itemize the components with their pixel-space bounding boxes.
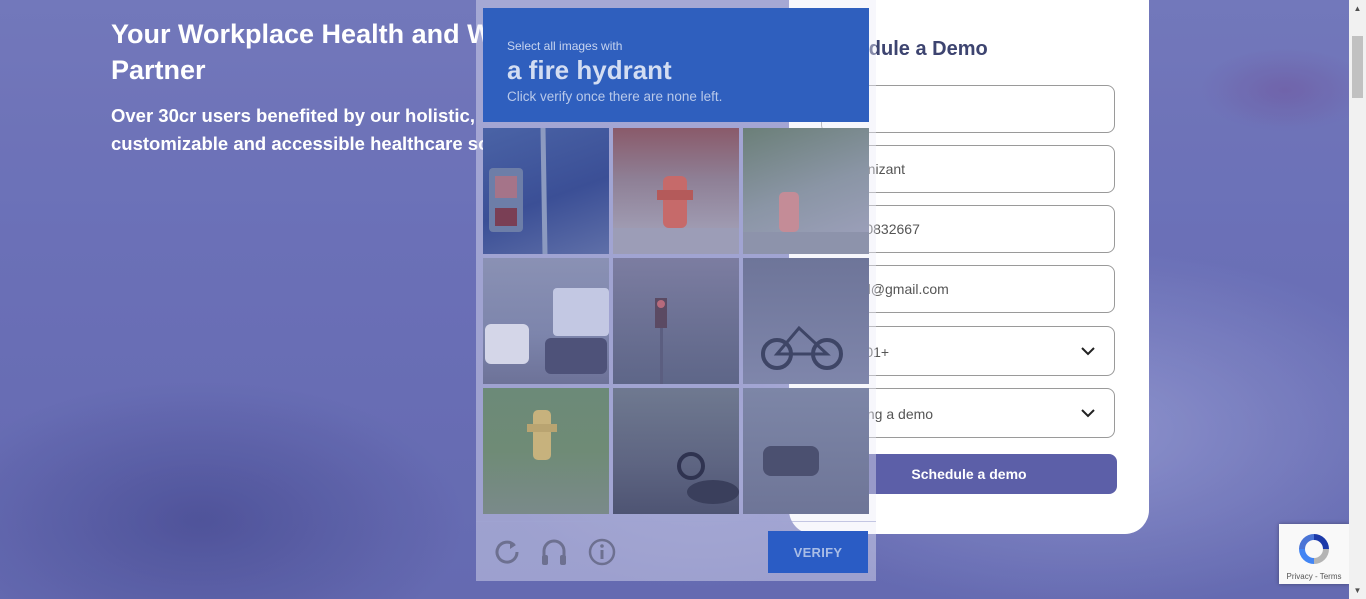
- captcha-header: Select all images with a fire hydrant Cl…: [483, 8, 869, 122]
- traffic-light-image: [655, 298, 667, 384]
- chevron-down-icon: [1081, 409, 1095, 418]
- bicycle-fence-image: [761, 325, 843, 370]
- recaptcha-logo-icon: [1299, 534, 1329, 564]
- page-scrollbar[interactable]: ▲ ▼: [1349, 0, 1366, 599]
- captcha-hint: Click verify once there are none left.: [507, 89, 723, 104]
- captcha-tile-car-road[interactable]: [743, 388, 869, 514]
- captcha-instruction: Select all images with: [507, 39, 623, 53]
- info-icon[interactable]: [587, 537, 617, 567]
- pedestrian-signal-image: [489, 128, 548, 254]
- scroll-down-arrow-icon[interactable]: ▼: [1349, 582, 1366, 599]
- reload-icon[interactable]: [492, 537, 522, 567]
- captcha-tile-bus-street[interactable]: [483, 258, 609, 384]
- captcha-tile-red-hydrant[interactable]: [613, 128, 739, 254]
- captcha-target: a fire hydrant: [507, 55, 672, 85]
- yellow-hydrant-image: [527, 410, 557, 460]
- verify-button[interactable]: VERIFY: [768, 531, 868, 573]
- captcha-tile-traffic-light[interactable]: [613, 258, 739, 384]
- captcha-tile-yellow-hydrant[interactable]: [483, 388, 609, 514]
- captcha-tile-pedestrian-signal[interactable]: [483, 128, 609, 254]
- yard-hydrant-image: [743, 192, 869, 254]
- privacy-terms-link[interactable]: Privacy - Terms: [1279, 572, 1349, 581]
- bus-street-image: [485, 288, 609, 374]
- recaptcha-badge[interactable]: Privacy - Terms: [1279, 524, 1349, 584]
- captcha-tile-hydrant-yard[interactable]: [743, 128, 869, 254]
- scroll-up-arrow-icon[interactable]: ▲: [1349, 0, 1366, 17]
- captcha-tile-motorcycle[interactable]: [613, 388, 739, 514]
- headphones-icon[interactable]: [539, 537, 569, 567]
- chevron-down-icon: [1081, 347, 1095, 356]
- car-road-image: [763, 446, 819, 476]
- captcha-challenge: Select all images with a fire hydrant Cl…: [476, 0, 876, 581]
- red-hydrant-image: [613, 176, 739, 254]
- captcha-footer-divider: [476, 521, 876, 522]
- captcha-tile-bicycle-fence[interactable]: [743, 258, 869, 384]
- motorcycle-image: [677, 452, 739, 504]
- scroll-thumb[interactable]: [1352, 36, 1363, 98]
